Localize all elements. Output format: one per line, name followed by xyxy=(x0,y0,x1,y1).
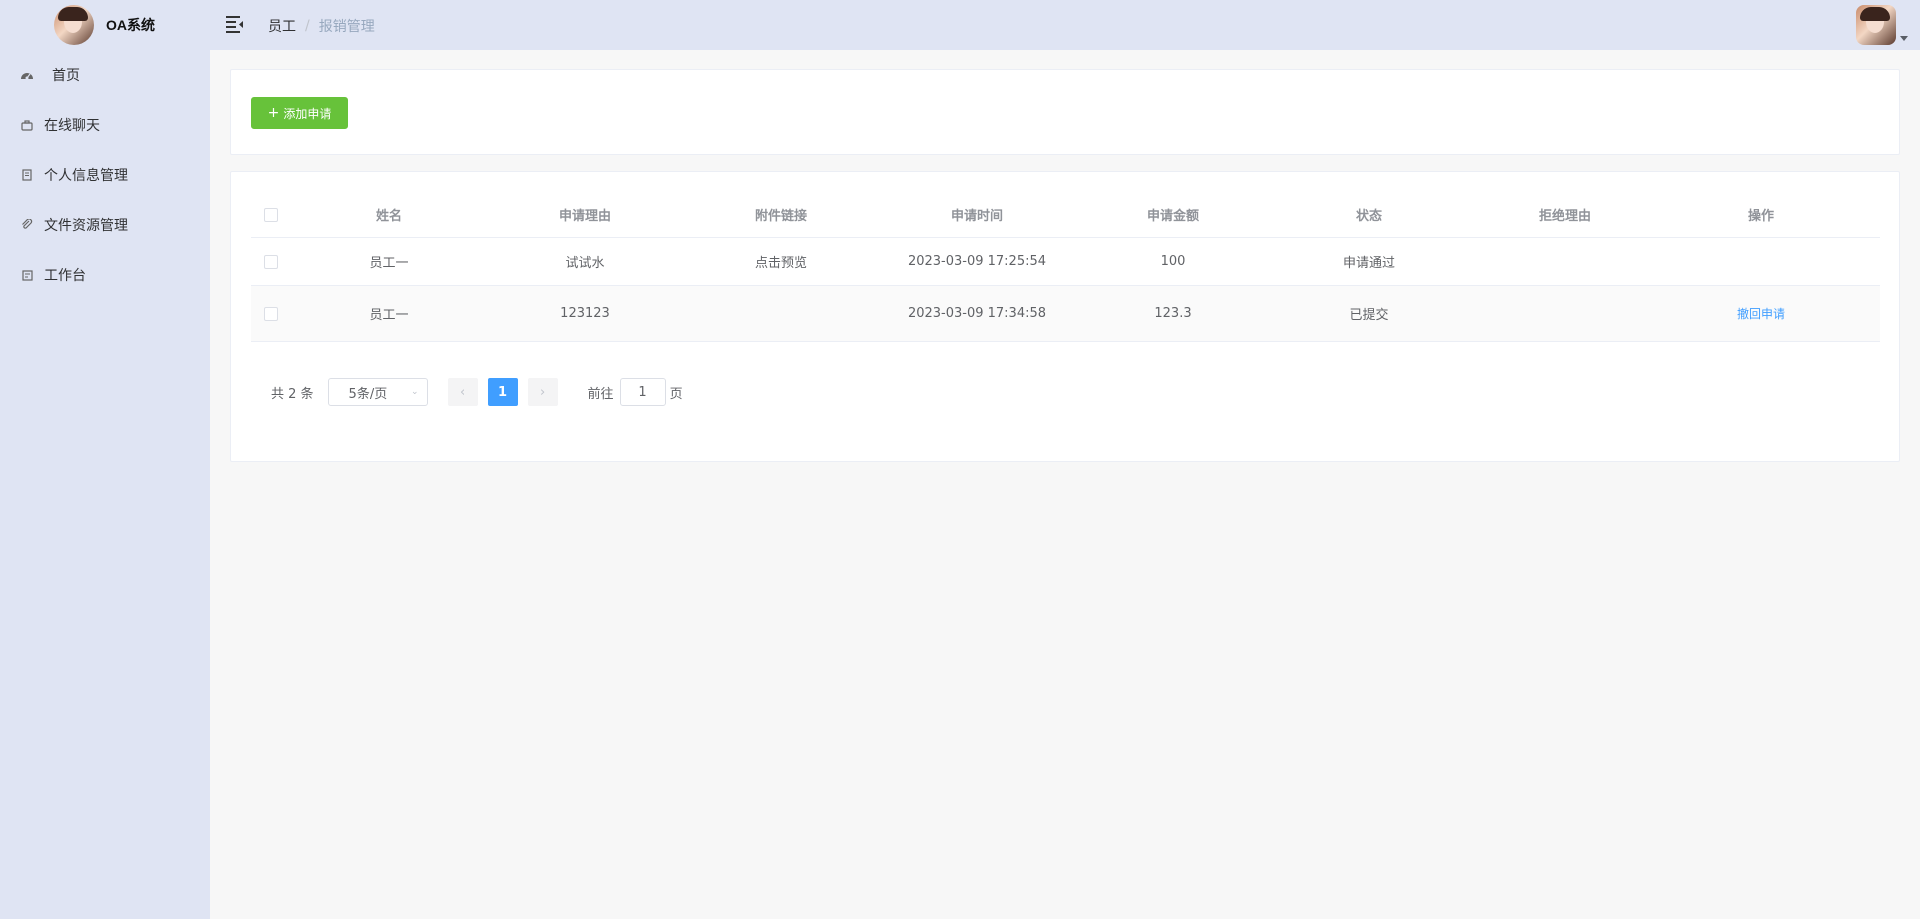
page-size-value: 5条/页 xyxy=(348,386,388,402)
breadcrumb-parent[interactable]: 员工 xyxy=(268,16,296,36)
column-header-attachment: 附件链接 xyxy=(754,209,807,224)
page-number-button[interactable]: 1 xyxy=(487,378,518,406)
cell-reason: 123123 xyxy=(560,306,610,321)
plus-icon: + xyxy=(267,105,280,121)
breadcrumb-current: 报销管理 xyxy=(318,19,375,35)
sidebar-item-workbench[interactable]: 工作台 xyxy=(0,250,210,300)
logo-avatar xyxy=(54,5,94,45)
column-header-reason: 申请理由 xyxy=(558,209,611,224)
column-header-amount: 申请金额 xyxy=(1146,209,1199,224)
column-header-reject-reason: 拒绝理由 xyxy=(1538,209,1591,224)
column-header-time: 申请时间 xyxy=(950,209,1003,224)
user-avatar[interactable] xyxy=(1856,5,1896,45)
calendar-icon xyxy=(20,268,34,282)
cell-reason: 试试水 xyxy=(565,256,605,271)
table-card: 姓名 申请理由 附件链接 申请时间 申请金额 状态 拒绝理由 操作 员工一 试试… xyxy=(230,171,1900,462)
column-header-status: 状态 xyxy=(1355,209,1382,224)
sidebar-item-label: 首页 xyxy=(52,68,80,84)
cell-attachment-link[interactable]: 点击预览 xyxy=(683,252,879,271)
prev-page-button[interactable]: ‹ xyxy=(447,378,478,406)
column-header-actions: 操作 xyxy=(1747,209,1774,224)
select-all-checkbox[interactable] xyxy=(264,207,278,222)
breadcrumb: 员工 / 报销管理 xyxy=(268,16,375,36)
sidebar-item-profile[interactable]: 个人信息管理 xyxy=(0,150,210,200)
top-header: OA系统 员工 / 报销管理 xyxy=(0,0,1920,50)
cell-actions: 撤回申请 xyxy=(1663,305,1859,322)
briefcase-icon xyxy=(20,118,34,132)
row-checkbox[interactable] xyxy=(264,254,278,269)
cell-time: 2023-03-09 17:25:54 xyxy=(907,254,1047,269)
chevron-down-icon: ⌄ xyxy=(411,387,419,397)
next-page-button[interactable]: › xyxy=(527,378,558,406)
table-row: 员工一 123123 2023-03-09 17:34:58 123.3 已提交… xyxy=(251,286,1880,342)
cell-amount: 100 xyxy=(1160,254,1186,269)
cell-status: 申请通过 xyxy=(1342,256,1395,271)
chevron-right-icon: › xyxy=(539,384,546,400)
app-title: OA系统 xyxy=(106,17,155,33)
paperclip-icon xyxy=(20,218,34,232)
withdraw-application-link[interactable]: 撤回申请 xyxy=(1737,307,1785,321)
chevron-left-icon: ‹ xyxy=(459,384,466,400)
page-size-select[interactable]: 5条/页 ⌄ xyxy=(327,378,428,406)
sidebar-item-label: 工作台 xyxy=(44,268,86,284)
pagination-total: 共 2 条 xyxy=(271,386,314,402)
dashboard-icon xyxy=(20,68,34,82)
reimbursement-table: 姓名 申请理由 附件链接 申请时间 申请金额 状态 拒绝理由 操作 员工一 试试… xyxy=(251,192,1880,342)
pagination: 共 2 条 5条/页 ⌄ ‹ 1 › 前往 1 页 xyxy=(271,378,683,406)
add-application-button[interactable]: + 添加申请 xyxy=(251,97,348,129)
brand: OA系统 xyxy=(54,5,155,45)
row-select-cell xyxy=(251,254,291,269)
cell-status: 已提交 xyxy=(1349,308,1389,323)
sidebar-item-home[interactable]: 首页 xyxy=(0,50,210,100)
sidebar: 首页 在线聊天 个人信息管理 文件资源管理 工作台 xyxy=(0,50,210,919)
menu-collapse-icon[interactable] xyxy=(225,15,245,33)
table-row: 员工一 试试水 点击预览 2023-03-09 17:25:54 100 申请通… xyxy=(251,238,1880,286)
toolbar-card: + 添加申请 xyxy=(230,69,1900,155)
cell-time: 2023-03-09 17:34:58 xyxy=(907,306,1047,321)
caret-down-icon[interactable] xyxy=(1900,36,1908,41)
goto-page-input[interactable]: 1 xyxy=(619,378,666,406)
add-button-label: 添加申请 xyxy=(283,106,332,121)
row-checkbox[interactable] xyxy=(264,306,278,321)
select-all-cell xyxy=(251,207,291,222)
cell-name: 员工一 xyxy=(369,256,409,271)
row-select-cell xyxy=(251,306,291,321)
cell-amount: 123.3 xyxy=(1154,306,1192,321)
column-header-name: 姓名 xyxy=(375,209,402,224)
sidebar-item-label: 在线聊天 xyxy=(44,118,100,134)
sidebar-item-chat[interactable]: 在线聊天 xyxy=(0,100,210,150)
sidebar-item-label: 个人信息管理 xyxy=(44,168,128,184)
goto-prefix: 前往 xyxy=(587,386,614,402)
sidebar-item-files[interactable]: 文件资源管理 xyxy=(0,200,210,250)
document-icon xyxy=(20,168,34,182)
cell-name: 员工一 xyxy=(369,308,409,323)
breadcrumb-separator: / xyxy=(305,18,310,34)
goto-suffix: 页 xyxy=(669,386,683,402)
table-header: 姓名 申请理由 附件链接 申请时间 申请金额 状态 拒绝理由 操作 xyxy=(251,192,1880,238)
sidebar-item-label: 文件资源管理 xyxy=(44,218,128,234)
user-menu[interactable] xyxy=(1856,5,1908,45)
